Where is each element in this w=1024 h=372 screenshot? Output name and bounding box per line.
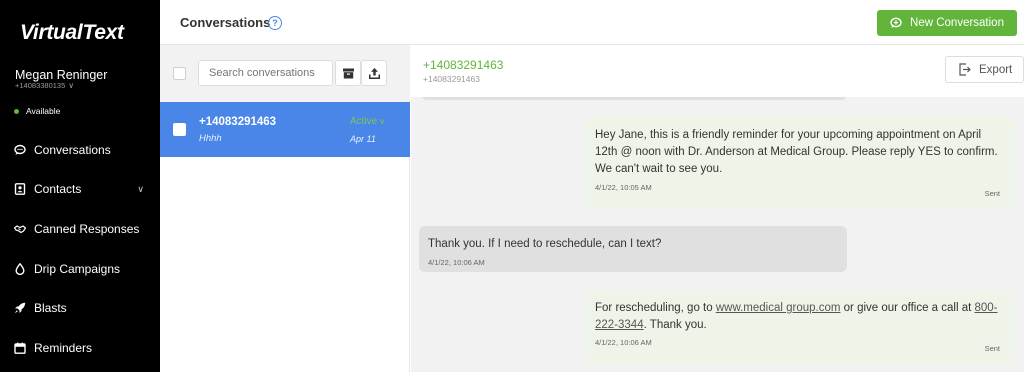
drop-icon	[15, 263, 25, 275]
handshake-icon	[14, 225, 26, 234]
upload-icon	[368, 67, 380, 79]
sidebar-item-label: Contacts	[34, 182, 82, 196]
export-button[interactable]: Export	[945, 56, 1024, 83]
conversation-preview: Hhhh	[199, 133, 222, 144]
top-header: Conversations ? New Conversation	[160, 0, 1024, 45]
chat-panel: +14083291463 +14083291463 Export Hey Jan…	[411, 45, 1024, 372]
chat-contact-phone: +14083291463	[423, 58, 504, 72]
sidebar-item-label: Canned Responses	[34, 222, 140, 236]
message-status: Sent	[984, 344, 1000, 353]
user-phone[interactable]: +14083380135 ∨	[15, 81, 74, 90]
conversation-status[interactable]: Active ∨	[350, 116, 385, 127]
chevron-down-icon: ∨	[379, 117, 386, 126]
sidebar-item-reminders[interactable]: Reminders	[14, 338, 154, 358]
sidebar-item-label: Conversations	[34, 143, 111, 157]
search-input[interactable]	[198, 60, 333, 86]
sidebar-item-conversations[interactable]: Conversations	[14, 140, 154, 160]
message-text-part: or give our office a call at	[840, 302, 975, 314]
export-conversations-button[interactable]	[361, 60, 387, 86]
chat-header: +14083291463 +14083291463 Export	[411, 45, 1024, 97]
help-icon[interactable]: ?	[268, 16, 282, 30]
new-conversation-label: New Conversation	[910, 17, 1004, 29]
conversation-list-panel: +14083291463 Hhhh Active∨ Apr 11	[160, 45, 410, 372]
message-timestamp: 4/1/22, 10:05 AM	[595, 183, 652, 192]
sidebar-item-label: Reminders	[34, 341, 93, 355]
conversation-list-item[interactable]: +14083291463 Hhhh Active ∨ Apr 11	[160, 102, 410, 157]
message-text-part: . Thank you.	[643, 319, 707, 331]
conversation-checkbox[interactable]	[173, 123, 186, 136]
sidebar-item-label: Blasts	[34, 301, 67, 315]
message-bubble-incoming: Thank you. If I need to reschedule, can …	[419, 226, 847, 272]
conversation-phone: +14083291463	[199, 116, 277, 128]
list-toolbar	[160, 45, 410, 102]
chat-contact-subtitle: +14083291463	[423, 74, 480, 84]
status-indicator[interactable]: Available	[14, 106, 60, 116]
chat-add-icon	[890, 17, 902, 28]
archive-icon	[342, 68, 354, 78]
website-link[interactable]: www.medical group.com	[716, 302, 841, 314]
message-text: Hey Jane, this is a friendly reminder fo…	[595, 129, 998, 175]
archive-button[interactable]	[335, 60, 361, 86]
export-label: Export	[979, 63, 1013, 76]
sidebar-item-blasts[interactable]: Blasts	[14, 298, 154, 318]
contact-card-icon	[14, 183, 26, 195]
status-label: Available	[26, 106, 61, 116]
new-conversation-button[interactable]: New Conversation	[877, 10, 1017, 36]
chevron-down-icon[interactable]: ∨	[68, 81, 74, 90]
conversation-date: Apr 11	[350, 134, 376, 144]
user-phone-number: +14083380135	[15, 81, 66, 90]
sidebar-item-drip-campaigns[interactable]: Drip Campaigns	[14, 259, 154, 279]
message-text-part: For rescheduling, go to	[595, 302, 716, 314]
page-title: Conversations	[180, 15, 271, 30]
conversation-status-label: Active	[350, 116, 378, 127]
message-bubble-outgoing: For rescheduling, go to www.medical grou…	[586, 290, 1014, 364]
chat-bubble-icon	[14, 144, 26, 155]
message-timestamp: 4/1/22, 10:06 AM	[428, 258, 485, 267]
message-timestamp: 4/1/22, 10:06 AM	[595, 338, 652, 347]
select-all-checkbox[interactable]	[173, 67, 186, 80]
sidebar-item-label: Drip Campaigns	[34, 262, 121, 276]
sidebar-item-contacts[interactable]: Contacts ∨	[14, 179, 154, 199]
message-text: For rescheduling, go to www.medical grou…	[595, 300, 1004, 334]
sidebar-item-canned-responses[interactable]: Canned Responses	[14, 219, 154, 239]
export-icon	[959, 63, 971, 76]
calendar-icon	[14, 342, 26, 354]
user-name[interactable]: Megan Reninger	[15, 68, 107, 82]
message-status: Sent	[984, 189, 1000, 198]
rocket-icon	[14, 302, 26, 314]
message-text: Thank you. If I need to reschedule, can …	[428, 238, 662, 250]
message-bubble-outgoing: Hey Jane, this is a friendly reminder fo…	[586, 117, 1014, 209]
status-dot-icon	[14, 108, 19, 114]
virtualtext-logo[interactable]: VirtualText	[20, 21, 124, 45]
chevron-down-icon[interactable]: ∨	[137, 184, 144, 195]
sidebar: VirtualText Megan Reninger +14083380135 ∨…	[0, 0, 160, 372]
